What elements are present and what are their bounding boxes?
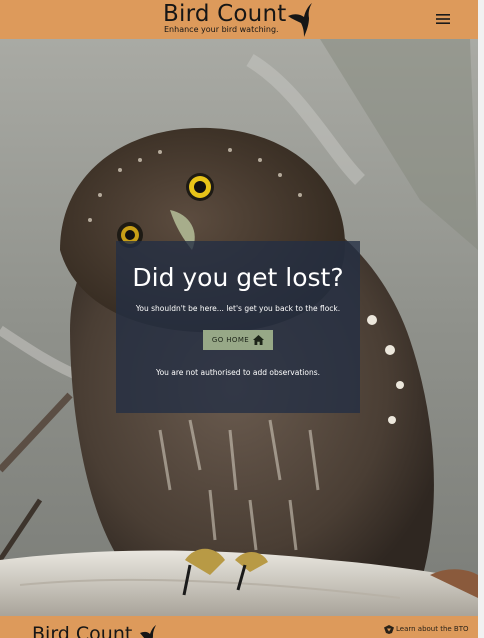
brand-tagline: Enhance your bird watching. xyxy=(164,25,279,34)
go-home-label: GO HOME xyxy=(211,336,250,344)
bto-link[interactable]: Learn about the BTO xyxy=(384,625,469,634)
go-home-button[interactable]: GO HOME xyxy=(203,330,273,350)
brand-title: Bird Count xyxy=(163,1,287,27)
site-footer: Bird Count Learn about the BTO xyxy=(0,616,478,638)
page: Bird Count Enhance your bird watching. D… xyxy=(0,0,478,638)
footer-brand-title: Bird Count xyxy=(32,623,133,638)
error-title: Did you get lost? xyxy=(132,263,344,292)
scrollbar[interactable] xyxy=(478,0,484,638)
bto-logo-icon xyxy=(384,625,394,634)
home-icon xyxy=(253,335,265,345)
error-card: Did you get lost? You shouldn't be here.… xyxy=(116,241,360,413)
error-message: You shouldn't be here... let's get you b… xyxy=(135,304,341,313)
bird-logo-icon xyxy=(140,625,156,638)
auth-note: You are not authorised to add observatio… xyxy=(155,368,321,377)
bird-logo-icon xyxy=(288,3,312,37)
site-header: Bird Count Enhance your bird watching. xyxy=(0,0,478,39)
bto-link-label: Learn about the BTO xyxy=(396,625,469,633)
hamburger-menu-icon[interactable] xyxy=(432,9,454,29)
brand-logo-link[interactable]: Bird Count Enhance your bird watching. xyxy=(163,0,323,39)
